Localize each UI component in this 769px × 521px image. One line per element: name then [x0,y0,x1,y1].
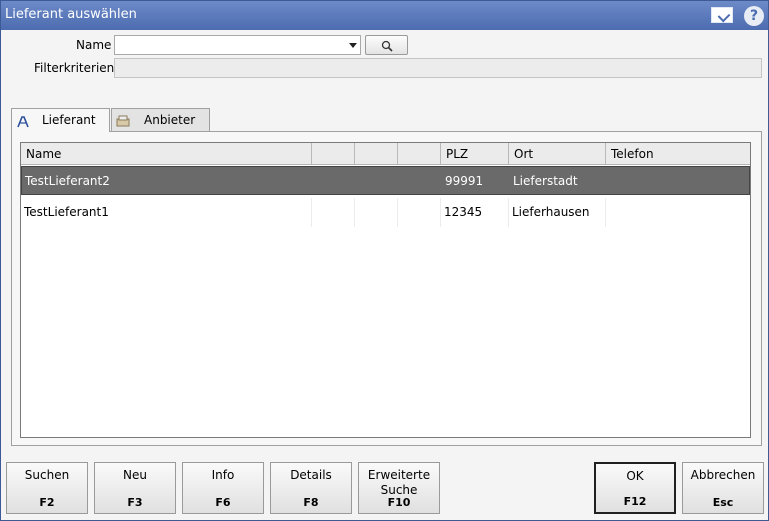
button-key: F8 [303,496,319,509]
cell-col2 [312,198,355,227]
supplier-table[interactable]: Name PLZ Ort Telefon TestLieferant2 9999… [20,142,751,438]
tab-lieferant-label: Lieferant [42,113,96,127]
cell-ort: Lieferstadt [513,174,578,188]
search-button[interactable] [365,35,408,55]
search-icon [381,40,393,52]
cell-telefon [608,167,750,196]
filter-criteria-field [114,58,762,78]
cell-name: TestLieferant2 [25,174,110,188]
button-label: Suchen [24,468,70,482]
cell-col3 [355,198,398,227]
ok-button[interactable]: OK F12 [594,462,676,514]
button-key: F12 [623,495,647,508]
button-key: F10 [387,496,411,509]
cell-ort: Lieferhausen [510,198,606,227]
tab-anbieter[interactable]: Anbieter [111,108,210,131]
table-row[interactable]: TestLieferant1 12345 Lieferhausen [21,198,750,227]
window-title: Lieferant auswählen [5,7,137,22]
table-row[interactable]: TestLieferant2 99991 Lieferstadt [21,166,750,195]
new-button[interactable]: Neu F3 [94,462,176,514]
button-label: OK [626,469,644,483]
column-header-plz[interactable]: PLZ [441,143,509,165]
name-label: Name [76,38,112,52]
button-key: Esc [712,496,734,509]
button-key: F6 [215,496,231,509]
button-label: Info [211,468,235,482]
button-key: F2 [39,496,55,509]
function-button-bar: Suchen F2 Neu F3 Info F6 Details F8 Erwe… [1,456,768,520]
button-label: Details [290,468,332,482]
tab-lieferant[interactable]: Lieferant [11,108,110,132]
column-header-2[interactable] [312,143,355,165]
info-button[interactable]: Info F6 [182,462,264,514]
column-header-ort[interactable]: Ort [509,143,606,165]
advanced-search-button[interactable]: Erweiterte Suche F10 [358,462,440,514]
column-header-3[interactable] [355,143,398,165]
supplier-icon [17,116,29,128]
chevron-down-icon[interactable] [349,43,357,48]
title-bar: Lieferant auswählen ? [1,1,768,30]
cell-col4 [399,167,442,196]
provider-icon [116,115,130,127]
button-label: Erweiterte Suche [367,468,431,497]
table-header: Name PLZ Ort Telefon [21,143,750,165]
cell-telefon [607,198,749,227]
document-check-icon[interactable] [711,7,733,23]
dialog-window: Lieferant auswählen ? Name Filterkriteri… [0,0,769,521]
cell-plz: 99991 [445,174,484,188]
column-header-telefon[interactable]: Telefon [606,143,750,165]
search-function-button[interactable]: Suchen F2 [6,462,88,514]
cell-name: TestLieferant1 [22,198,312,227]
column-header-name[interactable]: Name [21,143,312,165]
button-label: Abbrechen [690,468,756,482]
name-combobox[interactable] [114,35,361,55]
tab-anbieter-label: Anbieter [144,113,196,127]
cell-col3 [356,167,399,196]
details-button[interactable]: Details F8 [270,462,352,514]
cell-plz: 12345 [442,198,509,227]
button-key: F3 [127,496,143,509]
column-header-4[interactable] [398,143,441,165]
filter-label: Filterkriterien [34,61,115,75]
cell-col4 [398,198,441,227]
cell-col2 [313,167,356,196]
button-label: Neu [123,468,147,482]
help-icon[interactable]: ? [744,6,764,26]
cancel-button[interactable]: Abbrechen Esc [682,462,764,514]
